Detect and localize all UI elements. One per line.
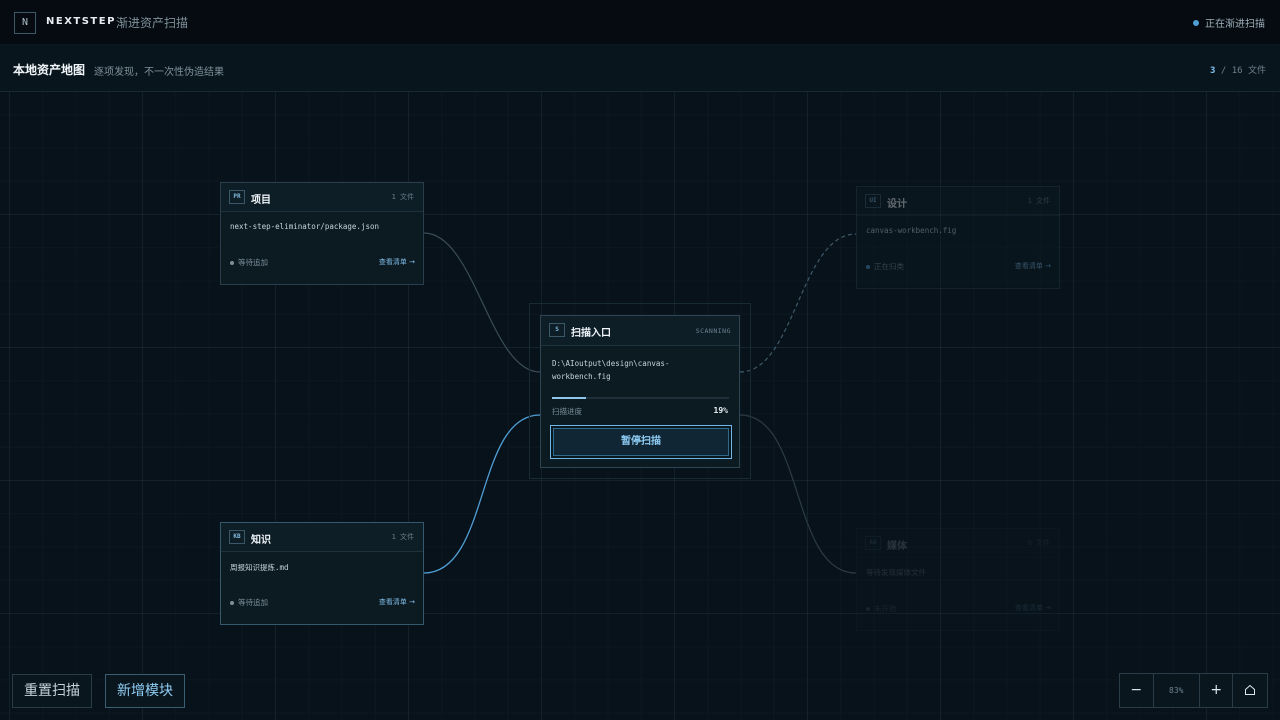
node-tag: AV	[865, 536, 881, 550]
node-design[interactable]: UI 设计 1 文件 canvas-workbench.fig 正在归类 查看清…	[856, 186, 1060, 289]
scan-progress-label: 扫描进度	[552, 407, 582, 416]
view-list-link[interactable]: 查看清单 →	[1015, 603, 1051, 613]
node-header: KB 知识 1 文件	[221, 523, 423, 552]
node-state-text: 等待追加	[238, 598, 268, 607]
node-scan-entry[interactable]: S 扫描入口 SCANNING D:\AIoutput\design\canva…	[540, 315, 740, 468]
node-state-text: 未开始	[874, 604, 897, 613]
page-description: 逐项发现，不一次性伪造结果	[94, 67, 224, 78]
scan-progress-fill	[552, 397, 586, 399]
zoom-in-button[interactable]: +	[1200, 674, 1234, 707]
scan-status: 正在渐进扫描	[1193, 15, 1265, 30]
node-count: 0 文件	[1027, 539, 1050, 547]
node-state: 未开始	[866, 603, 897, 614]
scan-progress-bar	[552, 397, 729, 399]
home-icon	[1245, 684, 1256, 695]
node-file-path: next-step-eliminator/package.json	[230, 222, 380, 231]
node-state: 正在归类	[866, 261, 904, 272]
node-title: 扫描入口	[571, 328, 611, 339]
add-module-button[interactable]: 新增模块	[105, 674, 185, 708]
file-count-total: 16	[1231, 66, 1243, 76]
node-knowledge[interactable]: KB 知识 1 文件 周报知识提炼.md 等待追加 查看清单 →	[220, 522, 424, 625]
node-title: 项目	[251, 195, 271, 206]
file-count-unit: 文件	[1247, 66, 1266, 76]
view-list-link[interactable]: 查看清单 →	[1015, 261, 1051, 271]
state-dot-icon	[230, 600, 234, 605]
node-count: 1 文件	[391, 533, 414, 541]
node-tag: PR	[229, 190, 245, 204]
file-count-separator: /	[1220, 66, 1227, 76]
scan-progress-value: 19%	[713, 406, 728, 415]
node-tag: S	[549, 323, 565, 337]
node-state: 等待追加	[230, 257, 268, 268]
node-state-text: 正在归类	[874, 262, 904, 271]
node-state: 等待追加	[230, 597, 268, 608]
zoom-level: 83%	[1154, 674, 1200, 707]
top-bar: N NEXTSTEP 渐进资产扫描 正在渐进扫描	[0, 0, 1280, 45]
status-dot-icon	[1193, 19, 1199, 26]
node-title: 媒体	[887, 541, 907, 552]
node-file-path: 等待发现媒体文件	[866, 568, 926, 577]
node-header: AV 媒体 0 文件	[857, 529, 1059, 558]
node-count: 1 文件	[391, 193, 414, 201]
scan-status-text: 正在渐进扫描	[1205, 19, 1265, 30]
page-title: 本地资产地图	[13, 63, 86, 77]
file-counter: 3 / 16 文件	[1210, 63, 1266, 76]
brand-name: NEXTSTEP	[46, 16, 116, 27]
scan-file-path: D:\AIoutput\design\canvas-workbench.fig	[552, 359, 670, 381]
node-count: 1 文件	[1027, 197, 1050, 205]
scan-state-badge: SCANNING	[695, 327, 731, 335]
node-title: 设计	[887, 199, 907, 210]
map-header: 本地资产地图 逐项发现，不一次性伪造结果 3 / 16 文件	[0, 45, 1280, 92]
pause-scan-button[interactable]: 暂停扫描	[550, 425, 732, 459]
zoom-out-button[interactable]: −	[1120, 674, 1154, 707]
node-title: 知识	[251, 535, 271, 546]
reset-scan-button[interactable]: 重置扫描	[12, 674, 92, 708]
node-tag: UI	[865, 194, 881, 208]
file-count-current: 3	[1210, 66, 1216, 76]
node-header: S 扫描入口 SCANNING	[541, 316, 739, 346]
node-media[interactable]: AV 媒体 0 文件 等待发现媒体文件 未开始 查看清单 →	[856, 528, 1060, 631]
node-header: UI 设计 1 文件	[857, 187, 1059, 216]
node-file-path: 周报知识提炼.md	[230, 563, 289, 572]
node-tag: KB	[229, 530, 245, 544]
state-dot-icon	[866, 264, 870, 269]
node-header: PR 项目 1 文件	[221, 183, 423, 212]
app-subtitle: 渐进资产扫描	[116, 16, 189, 30]
home-view-button[interactable]	[1233, 674, 1267, 707]
view-list-link[interactable]: 查看清单 →	[379, 597, 415, 607]
zoom-controls: − 83% +	[1119, 673, 1268, 708]
logo: N	[14, 12, 36, 34]
node-state-text: 等待追加	[238, 258, 268, 267]
state-dot-icon	[866, 606, 870, 611]
node-file-path: canvas-workbench.fig	[866, 226, 957, 235]
state-dot-icon	[230, 260, 234, 265]
node-project[interactable]: PR 项目 1 文件 next-step-eliminator/package.…	[220, 182, 424, 285]
view-list-link[interactable]: 查看清单 →	[379, 257, 415, 267]
